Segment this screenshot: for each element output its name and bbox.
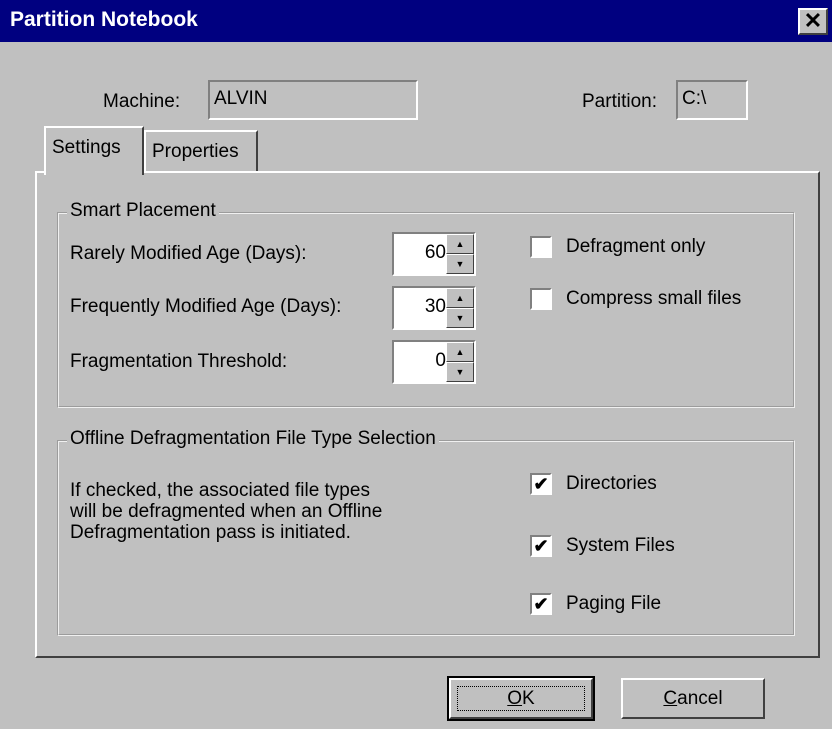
offline-description: If checked, the associated file types wi…: [70, 480, 430, 543]
compress-small-files-checkbox[interactable]: [530, 288, 552, 310]
system-files-checkbox[interactable]: ✔: [530, 535, 552, 557]
window-title: Partition Notebook: [10, 8, 198, 31]
arrow-down-icon: ▼: [455, 313, 465, 323]
machine-field: ALVIN: [208, 80, 418, 120]
close-button[interactable]: ✕: [798, 8, 828, 35]
description-line: Defragmentation pass is initiated.: [70, 522, 351, 543]
checkmark-icon: ✔: [533, 594, 549, 614]
tab-settings[interactable]: Settings: [44, 126, 144, 175]
compress-small-files-label: Compress small files: [566, 288, 742, 309]
frequently-modified-label: Frequently Modified Age (Days):: [70, 296, 342, 317]
fragmentation-threshold-value[interactable]: 0: [394, 342, 446, 382]
paging-file-label: Paging File: [566, 593, 662, 614]
rarely-modified-value[interactable]: 60: [394, 234, 446, 274]
close-icon: ✕: [803, 8, 823, 33]
arrow-up-icon: ▲: [455, 347, 465, 357]
fragmentation-threshold-label: Fragmentation Threshold:: [70, 351, 288, 372]
offline-defrag-title: Offline Defragmentation File Type Select…: [67, 428, 439, 450]
description-line: If checked, the associated file types: [70, 480, 370, 501]
tab-settings-label: Settings: [52, 137, 121, 158]
partition-notebook-dialog: Partition Notebook ✕ Machine: ALVIN Part…: [0, 0, 832, 729]
spin-up-button[interactable]: ▲: [446, 342, 474, 362]
spin-up-button[interactable]: ▲: [446, 288, 474, 308]
cancel-button[interactable]: Cancel: [621, 678, 765, 719]
arrow-up-icon: ▲: [455, 239, 465, 249]
defragment-only-checkbox[interactable]: [530, 236, 552, 258]
ok-button[interactable]: OK: [447, 676, 595, 721]
machine-value: ALVIN: [214, 88, 268, 109]
arrow-down-icon: ▼: [455, 259, 465, 269]
smart-placement-title: Smart Placement: [67, 200, 219, 222]
system-files-label: System Files: [566, 535, 675, 556]
partition-value: C:\: [682, 88, 707, 109]
spin-down-button[interactable]: ▼: [446, 254, 474, 274]
paging-file-checkbox[interactable]: ✔: [530, 593, 552, 615]
title-bar[interactable]: Partition Notebook ✕: [0, 0, 832, 42]
partition-label: Partition:: [582, 91, 657, 112]
rarely-modified-spinner[interactable]: 60 ▲ ▼: [392, 232, 476, 276]
partition-field: C:\: [676, 80, 748, 120]
focus-rectangle: [457, 686, 585, 711]
description-line: will be defragmented when an Offline: [70, 501, 383, 522]
rarely-modified-label: Rarely Modified Age (Days):: [70, 243, 307, 264]
directories-checkbox[interactable]: ✔: [530, 473, 552, 495]
tab-properties[interactable]: Properties: [144, 130, 258, 173]
arrow-up-icon: ▲: [455, 293, 465, 303]
frequently-modified-value[interactable]: 30: [394, 288, 446, 328]
checkmark-icon: ✔: [533, 536, 549, 556]
spin-up-button[interactable]: ▲: [446, 234, 474, 254]
cancel-accelerator: C: [663, 688, 678, 709]
cancel-label: ancel: [677, 688, 723, 709]
arrow-down-icon: ▼: [455, 367, 465, 377]
spin-down-button[interactable]: ▼: [446, 362, 474, 382]
machine-label: Machine:: [103, 91, 181, 112]
defragment-only-label: Defragment only: [566, 236, 706, 257]
directories-label: Directories: [566, 473, 657, 494]
tab-properties-label: Properties: [152, 141, 239, 162]
frequently-modified-spinner[interactable]: 30 ▲ ▼: [392, 286, 476, 330]
spin-down-button[interactable]: ▼: [446, 308, 474, 328]
fragmentation-threshold-spinner[interactable]: 0 ▲ ▼: [392, 340, 476, 384]
checkmark-icon: ✔: [533, 474, 549, 494]
